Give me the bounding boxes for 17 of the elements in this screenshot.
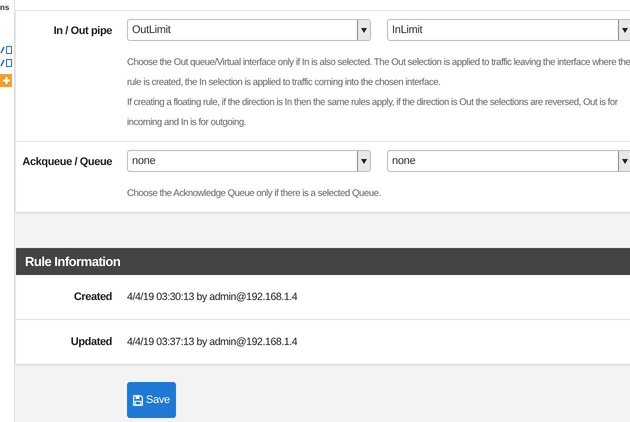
- help-text: If creating a floating rule, if the direction is In then the same rules apply, if the direction is Out the selections are reversed, Out is for incoming and In is for outgoing.: [127, 96, 619, 130]
- info-value: 4/4/19 03:37:13 by admin@192.168.1.4: [127, 336, 298, 348]
- save-button[interactable]: Save: [127, 382, 176, 418]
- help-text: Choose the Acknowledge Queue only if there is a selected Queue.: [127, 187, 382, 201]
- plus-icon: [2, 77, 10, 84]
- section-title: Rule Information: [25, 254, 120, 269]
- dropdown[interactable]: none: [127, 150, 371, 172]
- field-label: In / Out pipe: [52, 24, 112, 39]
- dropdown[interactable]: OutLimit: [127, 19, 371, 41]
- field-label: Ackqueue / Queue: [21, 155, 112, 170]
- help-text: Choose the Out queue/Virtual interface only if In is also selected. The Out selection is applied to traffic leaving the interface where the rule is created, the In selection is applied to traffic coming into the chosen interface.: [127, 56, 630, 90]
- info-label: Created: [72, 291, 112, 303]
- info-label: Updated: [70, 336, 112, 348]
- dropdown[interactable]: none: [387, 150, 630, 172]
- dropdown[interactable]: InLimit: [387, 19, 630, 41]
- info-value: 4/4/19 03:30:13 by admin@192.168.1.4: [127, 291, 298, 303]
- sidebar-text: ns: [0, 3, 10, 12]
